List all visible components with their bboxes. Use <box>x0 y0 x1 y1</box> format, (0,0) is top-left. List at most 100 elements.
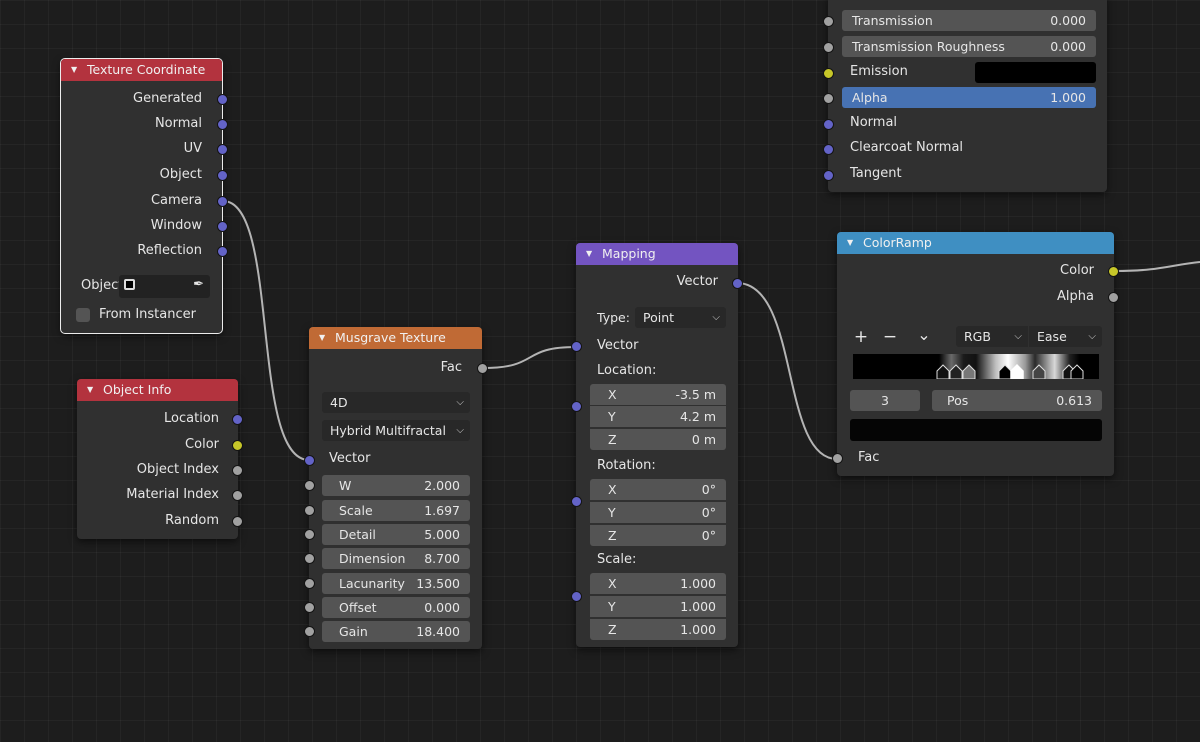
object-output: Object <box>159 167 202 182</box>
eyedropper-icon[interactable]: ✒ <box>193 277 204 292</box>
color-ramp-gradient[interactable] <box>853 354 1099 379</box>
active-stop-index: 3 <box>881 393 889 408</box>
location-socket[interactable] <box>232 414 243 425</box>
dimension-socket[interactable] <box>304 553 315 564</box>
clearcoat-normal-socket[interactable] <box>823 144 834 155</box>
alpha-socket[interactable] <box>823 93 834 104</box>
location-z-field[interactable]: Z 0 m <box>590 429 726 450</box>
camera-socket[interactable] <box>217 196 228 207</box>
random-socket[interactable] <box>232 516 243 527</box>
musgrave-title: Musgrave Texture <box>335 330 446 345</box>
scale-field[interactable]: Scale 1.697 <box>322 500 470 521</box>
color-stop[interactable] <box>998 364 1012 379</box>
object-info-node[interactable]: ▼ Object Info Location Color Object Inde… <box>77 379 243 539</box>
scale-x-field[interactable]: X 1.000 <box>590 573 726 594</box>
normal-socket[interactable] <box>217 119 228 130</box>
musgrave-header[interactable]: ▼ Musgrave Texture <box>309 327 482 349</box>
detail-socket[interactable] <box>304 529 315 540</box>
fac-output-socket[interactable] <box>477 363 488 374</box>
texture-coordinate-header[interactable]: ▼ Texture Coordinate <box>61 59 222 81</box>
scale-y-field[interactable]: Y 1.000 <box>590 596 726 617</box>
transmission-field[interactable]: Transmission 0.000 <box>842 10 1096 31</box>
fac-input-socket[interactable] <box>832 453 843 464</box>
collapse-triangle-icon[interactable]: ▼ <box>71 59 77 81</box>
transmission-roughness-socket[interactable] <box>823 42 834 53</box>
collapse-triangle-icon[interactable]: ▼ <box>319 327 325 349</box>
mapping-type-dropdown[interactable]: Point ⌵ <box>635 307 726 328</box>
rotation-y-field[interactable]: Y 0° <box>590 502 726 523</box>
collapse-triangle-icon[interactable]: ▼ <box>87 379 93 401</box>
dimensions-dropdown[interactable]: 4D ⌵ <box>322 392 470 413</box>
color-stop[interactable] <box>1032 364 1046 379</box>
offset-socket[interactable] <box>304 602 315 613</box>
color-stop[interactable] <box>949 364 963 379</box>
gain-field[interactable]: Gain 18.400 <box>322 621 470 642</box>
offset-field[interactable]: Offset 0.000 <box>322 597 470 618</box>
scale-z-field[interactable]: Z 1.000 <box>590 619 726 640</box>
colorramp-menu-button[interactable]: ⌄ <box>914 324 934 346</box>
location-socket[interactable] <box>571 401 582 412</box>
window-socket[interactable] <box>217 221 228 232</box>
mapping-node[interactable]: ▼ Mapping Vector Type: Point ⌵ Vector Lo… <box>571 243 743 647</box>
remove-stop-button[interactable]: − <box>880 326 900 348</box>
color-stop-active[interactable] <box>1010 363 1024 379</box>
rotation-z-field[interactable]: Z 0° <box>590 525 726 546</box>
tangent-socket[interactable] <box>823 170 834 181</box>
object-socket[interactable] <box>217 170 228 181</box>
object-index-socket[interactable] <box>232 465 243 476</box>
stop-position-field[interactable]: Pos 0.613 <box>932 390 1102 411</box>
color-output-socket[interactable] <box>1108 266 1119 277</box>
musgrave-type-dropdown[interactable]: Hybrid Multifractal ⌵ <box>322 420 470 441</box>
location-y-field[interactable]: Y 4.2 m <box>590 406 726 427</box>
rotation-socket[interactable] <box>571 496 582 507</box>
collapse-triangle-icon[interactable]: ▼ <box>586 243 592 265</box>
lacunarity-field[interactable]: Lacunarity 13.500 <box>322 573 470 594</box>
musgrave-texture-node[interactable]: ▼ Musgrave Texture Fac 4D ⌵ Hybrid Multi… <box>304 327 488 649</box>
texture-coordinate-node[interactable]: ▼ Texture Coordinate Generated Normal UV… <box>60 58 228 334</box>
color-stop[interactable] <box>1070 364 1084 379</box>
color-stop[interactable] <box>936 364 950 379</box>
transmission-socket[interactable] <box>823 16 834 27</box>
vector-input-socket[interactable] <box>304 455 315 466</box>
color-socket[interactable] <box>232 440 243 451</box>
from-instancer-checkbox[interactable] <box>76 308 90 322</box>
w-socket[interactable] <box>304 480 315 491</box>
w-field[interactable]: W 2.000 <box>322 475 470 496</box>
axis-label: Y <box>608 505 616 520</box>
reflection-socket[interactable] <box>217 246 228 257</box>
transmission-roughness-field[interactable]: Transmission Roughness 0.000 <box>842 36 1096 57</box>
normal-socket[interactable] <box>823 119 834 130</box>
rotation-z-value: 0° <box>701 528 716 543</box>
lacunarity-socket[interactable] <box>304 578 315 589</box>
location-x-field[interactable]: X -3.5 m <box>590 384 726 405</box>
material-index-socket[interactable] <box>232 490 243 501</box>
gain-socket[interactable] <box>304 626 315 637</box>
stop-color-swatch[interactable] <box>850 419 1102 441</box>
active-stop-index-field[interactable]: 3 <box>850 390 920 411</box>
alpha-output-socket[interactable] <box>1108 292 1119 303</box>
generated-socket[interactable] <box>217 94 228 105</box>
object-picker[interactable]: ✒ <box>119 275 210 298</box>
collapse-triangle-icon[interactable]: ▼ <box>847 232 853 254</box>
scale-socket[interactable] <box>304 505 315 516</box>
emission-color-swatch[interactable] <box>975 62 1096 83</box>
uv-socket[interactable] <box>217 144 228 155</box>
alpha-field[interactable]: Alpha 1.000 <box>842 87 1096 108</box>
principled-bsdf-node[interactable]: Transmission 0.000 Transmission Roughnes… <box>823 0 1107 192</box>
colorramp-header[interactable]: ▼ ColorRamp <box>837 232 1114 254</box>
vector-output-socket[interactable] <box>732 278 743 289</box>
interpolation-dropdown[interactable]: Ease ⌵ <box>1029 326 1102 347</box>
rotation-x-field[interactable]: X 0° <box>590 479 726 500</box>
mapping-header[interactable]: ▼ Mapping <box>576 243 738 265</box>
emission-socket[interactable] <box>823 68 834 79</box>
object-info-header[interactable]: ▼ Object Info <box>77 379 238 401</box>
color-stop[interactable] <box>962 364 976 379</box>
dimension-field[interactable]: Dimension 8.700 <box>322 548 470 569</box>
detail-field[interactable]: Detail 5.000 <box>322 524 470 545</box>
add-stop-button[interactable]: + <box>851 326 871 348</box>
color-mode-dropdown[interactable]: RGB ⌵ <box>956 326 1028 347</box>
colorramp-node[interactable]: ▼ ColorRamp Color Alpha + − ⌄ RGB ⌵ Ease… <box>832 232 1119 476</box>
scale-socket[interactable] <box>571 591 582 602</box>
vector-input-socket[interactable] <box>571 341 582 352</box>
colorramp-title: ColorRamp <box>863 235 932 250</box>
